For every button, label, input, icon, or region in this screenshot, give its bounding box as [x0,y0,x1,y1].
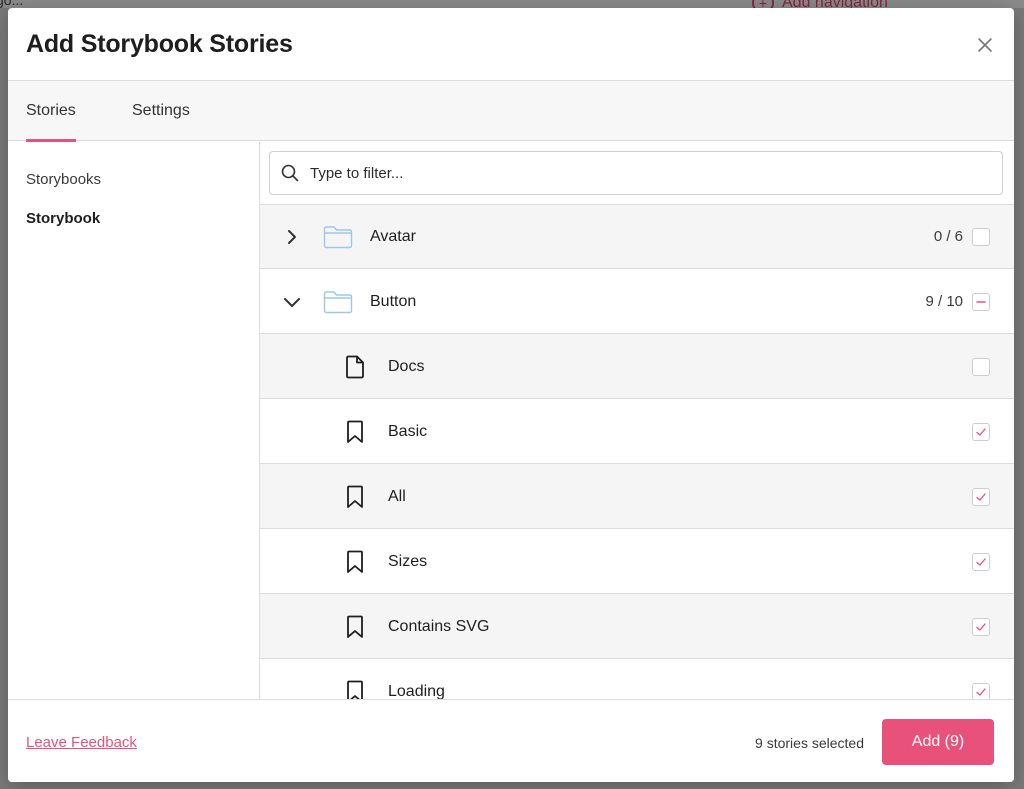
sidebar-item-storybooks[interactable]: Storybooks [26,171,101,188]
checkbox-loading[interactable] [972,682,990,699]
sidebar-item-storybook[interactable]: Storybook [26,210,100,227]
checkbox-avatar[interactable] [972,227,990,246]
background-loading-text: go... [0,0,24,8]
bookmark-icon [344,680,366,699]
bookmark-icon [344,550,366,574]
group-count-avatar: 0 / 6 [933,228,963,245]
story-label-docs: Docs [388,357,425,375]
filter-field[interactable] [269,151,1003,195]
checkbox-contains-svg[interactable] [972,617,990,636]
group-row-avatar[interactable]: Avatar 0 / 6 [260,204,1014,269]
group-count-button: 9 / 10 [925,293,963,310]
tab-bar: Stories Settings [8,81,1014,142]
folder-icon [323,290,353,314]
group-label-button: Button [370,292,417,310]
bookmark-icon [344,485,366,509]
bookmark-icon [344,420,366,444]
bookmark-icon [344,615,366,639]
filter-input[interactable] [308,153,1002,193]
tab-settings[interactable]: Settings [132,81,190,141]
selection-count-text: 9 stories selected [755,735,864,751]
story-row-all[interactable]: All [260,464,1014,529]
story-label-basic: Basic [388,422,428,440]
story-label-sizes: Sizes [388,552,428,570]
modal-footer: Leave Feedback 9 stories selected Add (9… [8,699,1014,782]
stories-panel: Avatar 0 / 6 Button 9 / 10 [260,142,1014,699]
chevron-down-icon[interactable] [282,292,302,312]
add-stories-modal: Add Storybook Stories Stories Settings S… [8,8,1014,782]
search-icon [280,163,300,183]
sidebar: Storybooks Storybook [8,142,260,699]
story-label-loading: Loading [388,682,445,700]
story-row-basic[interactable]: Basic [260,399,1014,464]
checkbox-basic[interactable] [972,422,990,441]
chevron-right-icon[interactable] [282,227,302,247]
leave-feedback-link[interactable]: Leave Feedback [26,734,137,751]
modal-header: Add Storybook Stories [8,8,1014,81]
group-label-avatar: Avatar [370,227,416,245]
folder-icon [323,225,353,249]
close-button[interactable] [972,32,998,58]
story-tree: Avatar 0 / 6 Button 9 / 10 Docs Basic Al… [260,204,1014,699]
modal-title: Add Storybook Stories [26,30,293,58]
story-label-all: All [388,487,406,505]
document-icon [344,355,366,379]
story-row-sizes[interactable]: Sizes [260,529,1014,594]
story-row-contains-svg[interactable]: Contains SVG [260,594,1014,659]
story-label-contains-svg: Contains SVG [388,617,490,635]
checkbox-docs[interactable] [972,357,990,376]
story-row-docs[interactable]: Docs [260,334,1014,399]
checkbox-sizes[interactable] [972,552,990,571]
close-icon [978,38,992,52]
story-row-loading[interactable]: Loading [260,659,1014,699]
tab-stories[interactable]: Stories [26,81,76,142]
add-button[interactable]: Add (9) [882,719,994,765]
checkbox-button-indeterminate[interactable] [972,292,990,311]
checkbox-all[interactable] [972,487,990,506]
group-row-button[interactable]: Button 9 / 10 [260,269,1014,334]
